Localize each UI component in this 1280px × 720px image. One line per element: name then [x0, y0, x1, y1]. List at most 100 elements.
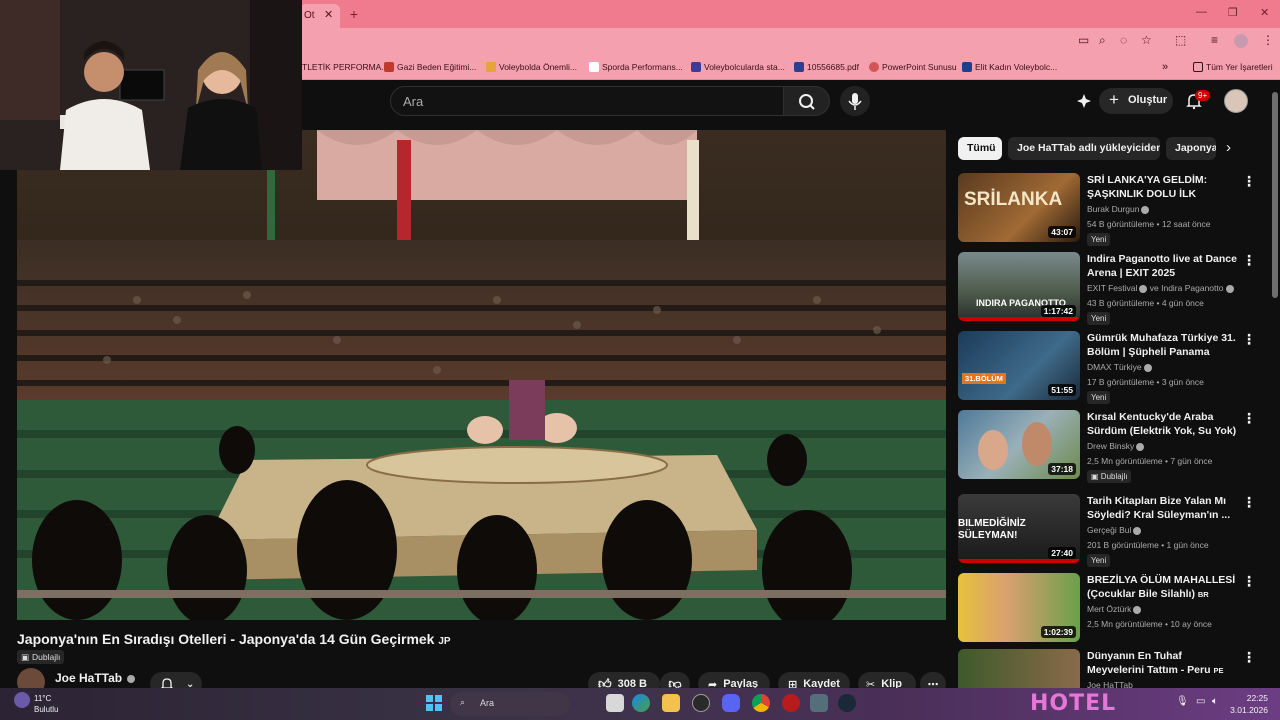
bookmark-star-icon[interactable]: ☆: [1141, 33, 1152, 47]
webcam-feed: [0, 0, 302, 170]
zoom-icon[interactable]: ⌕: [1099, 33, 1106, 48]
steam-icon[interactable]: [838, 694, 856, 712]
taskbar-clock[interactable]: 22:25 3.01.2026: [1228, 692, 1268, 716]
recommendation-channel[interactable]: DMAX Türkiye: [1087, 362, 1152, 372]
video-player[interactable]: [17, 130, 946, 620]
more-vert-icon[interactable]: ⋮: [1242, 331, 1256, 348]
recommendation-item[interactable]: 1:02:39 BREZİLYA ÖLÜM MAHALLESİ (Çocukla…: [958, 573, 1258, 647]
more-vert-icon[interactable]: ⋮: [1242, 173, 1256, 190]
profile-icon[interactable]: [1234, 34, 1248, 48]
edge-icon[interactable]: [632, 694, 650, 712]
page-scrollbar[interactable]: [1272, 92, 1278, 298]
app-icon[interactable]: [782, 694, 800, 712]
volume-icon[interactable]: 🔈︎: [1212, 696, 1218, 707]
video-thumbnail[interactable]: 31.BÖLÜM 51:55: [958, 331, 1080, 400]
close-window-icon[interactable]: ✕: [1260, 6, 1269, 19]
video-thumbnail[interactable]: 1:02:39: [958, 573, 1080, 642]
app-icon[interactable]: [810, 694, 828, 712]
recommendation-channel[interactable]: Burak Durgun: [1087, 204, 1150, 214]
recommendation-channel[interactable]: EXIT Festival ve Indira Paganotto: [1087, 283, 1234, 293]
gemini-icon[interactable]: [1076, 93, 1092, 109]
recommendation-title[interactable]: Indira Paganotto live at Dance Arena | E…: [1087, 252, 1237, 280]
recommendation-channel[interactable]: Mert Öztürk: [1087, 604, 1142, 614]
verified-icon: [1136, 442, 1145, 451]
task-view-icon[interactable]: [606, 694, 624, 712]
search-button[interactable]: [783, 86, 830, 116]
recommendation-channel[interactable]: Drew Binsky: [1087, 441, 1145, 451]
recommendation-meta: 54 B görüntüleme • 12 saat önce: [1087, 219, 1211, 229]
all-bookmarks-folder[interactable]: Tüm Yer İşaretleri: [1193, 60, 1273, 74]
video-thumbnail[interactable]: SRİLANKA 43:07: [958, 173, 1080, 242]
bookmark-item[interactable]: PowerPoint Sunusu: [869, 60, 957, 74]
video-thumbnail[interactable]: BILMEDİĞİNİZ SÜLEYMAN! 27:40: [958, 494, 1080, 563]
file-explorer-icon[interactable]: [662, 694, 680, 712]
voice-search-button[interactable]: [840, 86, 870, 116]
watch-progress-bar: [958, 559, 1080, 563]
minimize-icon[interactable]: —: [1196, 6, 1207, 18]
recommendation-item[interactable]: 37:18 Kırsal Kentucky'de Araba Sürdüm (E…: [958, 410, 1258, 484]
taskbar-search[interactable]: ⌕ Ara: [450, 692, 570, 716]
account-avatar[interactable]: [1224, 89, 1248, 113]
media-icon[interactable]: ≡: [1211, 33, 1218, 47]
clock-app-icon[interactable]: [692, 694, 710, 712]
extensions-icon[interactable]: ⬚: [1175, 33, 1186, 47]
chip-all[interactable]: Tümü: [958, 137, 1002, 160]
duration-badge: 1:02:39: [1040, 626, 1076, 638]
browser-menu-icon[interactable]: ⋮: [1262, 33, 1274, 47]
microphone-icon[interactable]: 🎙︎: [1176, 696, 1189, 707]
bookmark-item[interactable]: Sporda Performans...: [589, 60, 683, 74]
recommendation-title[interactable]: Gümrük Muhafaza Türkiye 31. Bölüm | Şüph…: [1087, 331, 1237, 359]
more-vert-icon[interactable]: ⋮: [1242, 573, 1256, 590]
network-icon[interactable]: ▭: [1196, 696, 1205, 707]
bookmark-item[interactable]: Voleybolcularda sta...: [691, 60, 785, 74]
bookmark-item[interactable]: TLETİK PERFORMA...: [302, 60, 388, 74]
bookmark-item[interactable]: 10556685.pdf: [794, 60, 859, 74]
chips-next-icon[interactable]: ›: [1226, 139, 1231, 156]
new-tab-button[interactable]: +: [346, 6, 362, 22]
browser-tab[interactable]: Ot: [300, 4, 340, 28]
more-vert-icon[interactable]: ⋮: [1242, 252, 1256, 269]
title-flag: JP: [438, 636, 451, 647]
maximize-icon[interactable]: ❐: [1228, 6, 1238, 19]
eye-off-icon[interactable]: ◌: [1120, 33, 1127, 47]
dubbed-badge: ▣ Dublajlı: [17, 650, 65, 664]
channel-name[interactable]: Joe HaTTab: [55, 671, 136, 685]
recommendation-title[interactable]: Tarih Kitapları Bize Yalan Mı Söyledi? K…: [1087, 494, 1237, 522]
chip-uploader[interactable]: Joe HaTTab adlı yükleyiciden: [1008, 137, 1160, 160]
bookmarks-more-icon[interactable]: »: [1162, 60, 1168, 74]
video-thumbnail[interactable]: [958, 649, 1080, 688]
bookmark-item[interactable]: Voleybolda Önemli...: [486, 60, 577, 74]
duration-badge: 43:07: [1048, 226, 1076, 238]
more-vert-icon[interactable]: ⋮: [1242, 410, 1256, 427]
create-button[interactable]: + Oluştur: [1099, 88, 1173, 114]
recommendation-channel[interactable]: Gerçeği Bul: [1087, 525, 1142, 535]
more-vert-icon[interactable]: ⋮: [1242, 649, 1256, 666]
recommendation-title[interactable]: BREZİLYA ÖLÜM MAHALLESİ (Çocuklar Bile S…: [1087, 573, 1237, 601]
bookmark-item[interactable]: Elit Kadın Voleybolc...: [962, 60, 1057, 74]
tab-close-icon[interactable]: ✕: [324, 8, 333, 21]
search-input[interactable]: Ara: [390, 86, 784, 116]
recommendation-item[interactable]: BILMEDİĞİNİZ SÜLEYMAN! 27:40 Tarih Kitap…: [958, 494, 1258, 568]
bookmark-item[interactable]: Gazi Beden Eğitimi...: [384, 60, 476, 74]
windows-start-icon[interactable]: [426, 695, 442, 711]
recommendation-item[interactable]: Dünyanın En Tuhaf Meyvelerini Tattım - P…: [958, 649, 1258, 688]
recommendation-title[interactable]: Kırsal Kentucky'de Araba Sürdüm (Elektri…: [1087, 410, 1237, 438]
weather-widget[interactable]: 11°C Bulutlu: [34, 693, 58, 715]
video-thumbnail[interactable]: INDIRA PAGANOTTO 1:17:42: [958, 252, 1080, 321]
chrome-icon[interactable]: [752, 694, 770, 712]
recommendation-meta: 43 B görüntüleme • 4 gün önce: [1087, 298, 1204, 308]
duration-badge: 37:18: [1048, 463, 1076, 475]
weather-icon[interactable]: [14, 692, 30, 708]
chip-japan[interactable]: Japonya: [1166, 137, 1216, 160]
recommendation-title[interactable]: Dünyanın En Tuhaf Meyvelerini Tattım - P…: [1087, 649, 1237, 677]
screen-cast-icon[interactable]: ▭: [1078, 33, 1089, 47]
recommendation-item[interactable]: SRİLANKA 43:07 SRİ LANKA'YA GELDİM: ŞAŞK…: [958, 173, 1258, 247]
dubbed-badge: ▣ Dublajlı: [1087, 470, 1132, 483]
recommendation-item[interactable]: 31.BÖLÜM 51:55 Gümrük Muhafaza Türkiye 3…: [958, 331, 1258, 405]
recommendation-title[interactable]: SRİ LANKA'YA GELDİM: ŞAŞKINLIK DOLU İLK …: [1087, 173, 1237, 201]
more-vert-icon[interactable]: ⋮: [1242, 494, 1256, 511]
discord-icon[interactable]: [722, 694, 740, 712]
video-thumbnail[interactable]: 37:18: [958, 410, 1080, 479]
recommendation-channel[interactable]: Joe HaTTab: [1087, 680, 1133, 688]
recommendation-item[interactable]: INDIRA PAGANOTTO 1:17:42 Indira Paganott…: [958, 252, 1258, 326]
